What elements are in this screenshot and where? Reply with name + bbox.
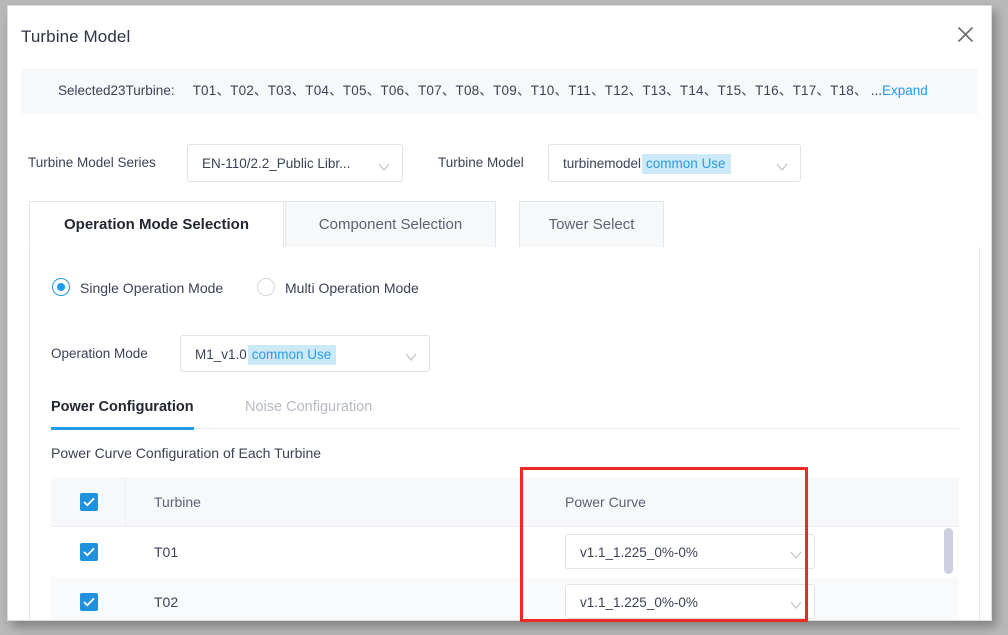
chevron-down-icon (378, 159, 390, 177)
power-curve-value: v1.1_1.225_0%-0% (580, 595, 698, 610)
turbine-model-label: Turbine Model (438, 155, 524, 170)
table-row: T01 v1.1_1.225_0%-0% (51, 527, 959, 577)
table-scrollbar-thumb[interactable] (944, 528, 953, 574)
model-form-row: Turbine Model Series EN-110/2.2_Public L… (8, 144, 991, 182)
table-header-turbine: Turbine (154, 494, 201, 510)
turbine-model-value: turbinemodel (563, 156, 642, 171)
power-curve-select[interactable]: v1.1_1.225_0%-0% (565, 534, 815, 569)
power-curve-section-caption: Power Curve Configuration of Each Turbin… (51, 445, 322, 461)
chevron-down-icon (776, 159, 788, 177)
table-header-power-curve-cell: Power Curve (545, 477, 959, 527)
tab-power-configuration[interactable]: Power Configuration (51, 393, 194, 430)
close-button[interactable] (949, 18, 981, 50)
operation-mode-panel: Single Operation Mode Multi Operation Mo… (29, 247, 980, 620)
tab-operation-mode-selection[interactable]: Operation Mode Selection (29, 201, 284, 248)
selected-turbines-banner: Selected23Turbine: T01、T02、T03、T04、T05、T0… (21, 68, 978, 114)
table-row: T02 v1.1_1.225_0%-0% (51, 577, 959, 620)
radio-icon (257, 278, 275, 296)
row-checkbox[interactable] (80, 543, 98, 561)
main-tabs: Operation Mode Selection Component Selec… (29, 201, 980, 248)
turbine-model-series-value: EN-110/2.2_Public Libr... (202, 156, 351, 171)
power-curve-table: Turbine Power Curve T01 v1.1_1.225_0%-0%… (51, 477, 959, 620)
table-header-check-cell (51, 477, 126, 527)
turbine-model-dialog: Turbine Model Selected23Turbine: T01、T02、… (7, 5, 992, 621)
screen: Turbine Model Selected23Turbine: T01、T02、… (0, 0, 1008, 635)
radio-multi-operation-mode-label: Multi Operation Mode (285, 280, 419, 296)
operation-mode-label: Operation Mode (51, 346, 148, 361)
configuration-tabs: Power Configuration Noise Configuration (51, 393, 959, 430)
selected-turbines-text: Selected23Turbine: T01、T02、T03、T04、T05、T0… (58, 68, 978, 114)
tab-component-selection[interactable]: Component Selection (285, 201, 496, 248)
turbine-model-value-wrap: turbinemodel common Use (563, 145, 731, 183)
power-curve-select[interactable]: v1.1_1.225_0%-0% (565, 584, 815, 619)
chevron-down-icon (790, 597, 802, 615)
chevron-down-icon (790, 547, 802, 565)
operation-mode-value-wrap: M1_v1.0 common Use (195, 336, 337, 373)
radio-icon (52, 278, 70, 296)
operation-mode-radio-group: Single Operation Mode Multi Operation Mo… (30, 276, 979, 300)
expand-link[interactable]: Expand (882, 83, 928, 98)
table-cell-power-curve: v1.1_1.225_0%-0% (545, 577, 959, 620)
table-scrollbar[interactable] (944, 471, 953, 622)
selected-turbines-label: Selected23Turbine: (58, 83, 175, 98)
table-row-check-cell (51, 577, 125, 620)
operation-mode-common-use-tag: common Use (247, 345, 337, 365)
turbine-model-common-use-tag: common Use (642, 154, 731, 174)
page-title: Turbine Model (21, 27, 131, 46)
table-row-check-cell (51, 527, 125, 577)
tab-noise-configuration[interactable]: Noise Configuration (245, 393, 372, 427)
selected-turbines-ellipsis: ... (870, 83, 882, 98)
power-curve-value: v1.1_1.225_0%-0% (580, 545, 698, 560)
tab-tower-select[interactable]: Tower Select (519, 201, 664, 248)
radio-single-operation-mode-label: Single Operation Mode (80, 280, 224, 296)
turbine-model-select[interactable]: turbinemodel common Use (548, 144, 801, 182)
operation-mode-select[interactable]: M1_v1.0 common Use (180, 335, 430, 372)
turbine-model-series-label: Turbine Model Series (28, 155, 156, 170)
table-cell-turbine: T02 (154, 594, 179, 610)
table-cell-power-curve: v1.1_1.225_0%-0% (545, 527, 959, 577)
table-header-row: Turbine Power Curve (51, 477, 959, 527)
operation-mode-value: M1_v1.0 (195, 347, 247, 362)
table-cell-turbine: T01 (154, 544, 179, 560)
turbine-model-series-select[interactable]: EN-110/2.2_Public Libr... (187, 144, 403, 182)
chevron-down-icon (405, 349, 417, 367)
selected-turbines-list: T01、T02、T03、T04、T05、T06、T07、T08、T09、T10、… (192, 83, 868, 98)
select-all-checkbox[interactable] (80, 493, 98, 511)
close-icon (949, 26, 981, 43)
row-checkbox[interactable] (80, 593, 98, 611)
table-header-power-curve: Power Curve (565, 494, 646, 510)
